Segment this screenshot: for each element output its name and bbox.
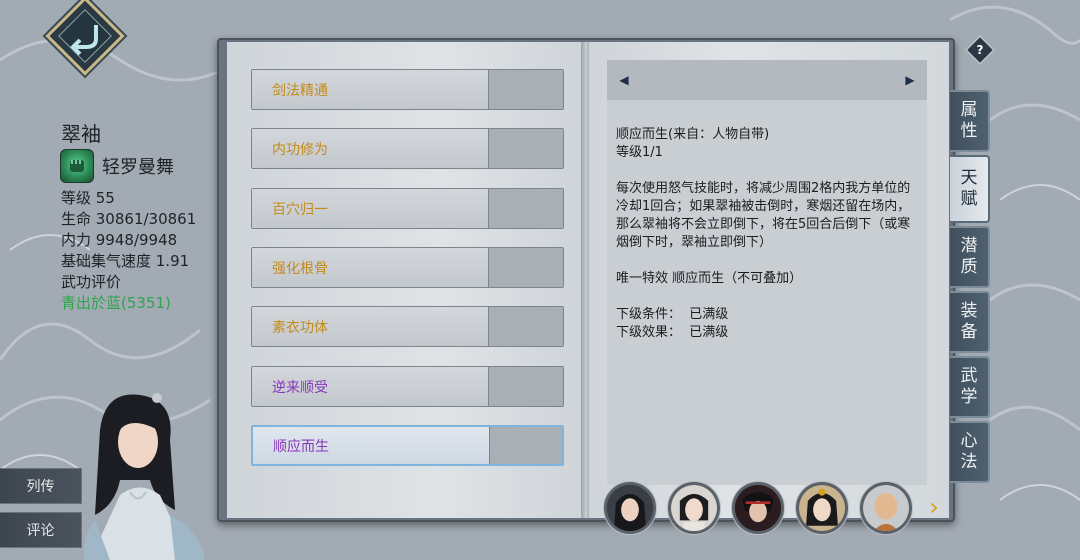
talent-item-3[interactable]: 百穴归一: [251, 188, 564, 229]
talent-item-5[interactable]: 素衣功体: [251, 306, 564, 347]
style-name: 轻罗曼舞: [102, 157, 174, 178]
stat-martial-rating: 青出於蓝(5351): [61, 294, 171, 312]
talent-slot: [488, 248, 563, 287]
talent-description: 顺应而生(来自：人物自带) 等级1/1 每次使用怒气技能时，将减少周围2格内我方…: [616, 127, 911, 340]
talent-label: 顺应而生: [253, 427, 489, 464]
tab-attributes[interactable]: 属性: [950, 90, 990, 152]
talent-item-1[interactable]: 剑法精通: [251, 69, 564, 110]
tab-martial-arts[interactable]: 武学: [950, 356, 990, 418]
talent-label: 强化根骨: [252, 248, 488, 287]
talent-slot: [488, 129, 563, 168]
return-arrow-icon: [70, 25, 98, 56]
stat-martial-rating-label: 武功评价: [61, 273, 122, 291]
talent-slot: [488, 189, 563, 228]
stat-charge-speed: 基础集气速度 1.91: [61, 252, 190, 270]
talent-label: 逆来顺受: [252, 367, 488, 406]
talent-label: 内功修为: [252, 129, 488, 168]
fist-icon: [60, 149, 94, 183]
stat-hp: 生命 30861/30861: [61, 210, 197, 228]
tab-equipment[interactable]: 装备: [950, 291, 990, 353]
help-icon: ?: [976, 43, 984, 57]
next-page-chevron-icon[interactable]: ›: [924, 493, 944, 521]
talent-slot: [489, 427, 562, 464]
talent-item-4[interactable]: 强化根骨: [251, 247, 564, 288]
tab-talent[interactable]: 天赋: [950, 155, 990, 223]
talent-item-6[interactable]: 逆来顺受: [251, 366, 564, 407]
party-avatar-5[interactable]: [860, 482, 912, 534]
talent-label: 剑法精通: [252, 70, 488, 109]
detail-nav-bar: ◀ ▶: [607, 60, 927, 100]
talent-slot: [488, 367, 563, 406]
talent-label: 素衣功体: [252, 307, 488, 346]
party-avatar-2[interactable]: [668, 482, 720, 534]
tab-mental-method[interactable]: 心法: [950, 421, 990, 483]
party-avatar-1[interactable]: [604, 482, 656, 534]
fighting-style: 轻罗曼舞: [60, 149, 174, 183]
party-avatar-4[interactable]: [796, 482, 848, 534]
talent-item-2[interactable]: 内功修为: [251, 128, 564, 169]
talent-label: 百穴归一: [252, 189, 488, 228]
character-portrait: [83, 393, 205, 560]
next-arrow-icon[interactable]: ▶: [901, 71, 919, 89]
talent-slot: [488, 70, 563, 109]
character-name: 翠袖: [61, 122, 101, 146]
stat-mp: 内力 9948/9948: [61, 231, 178, 249]
talent-item-7-selected[interactable]: 顺应而生: [251, 425, 564, 466]
party-avatar-3[interactable]: [732, 482, 784, 534]
stat-level: 等级 55: [61, 189, 115, 207]
prev-arrow-icon[interactable]: ◀: [615, 71, 633, 89]
talent-slot: [488, 307, 563, 346]
tab-potential[interactable]: 潜质: [950, 226, 990, 288]
